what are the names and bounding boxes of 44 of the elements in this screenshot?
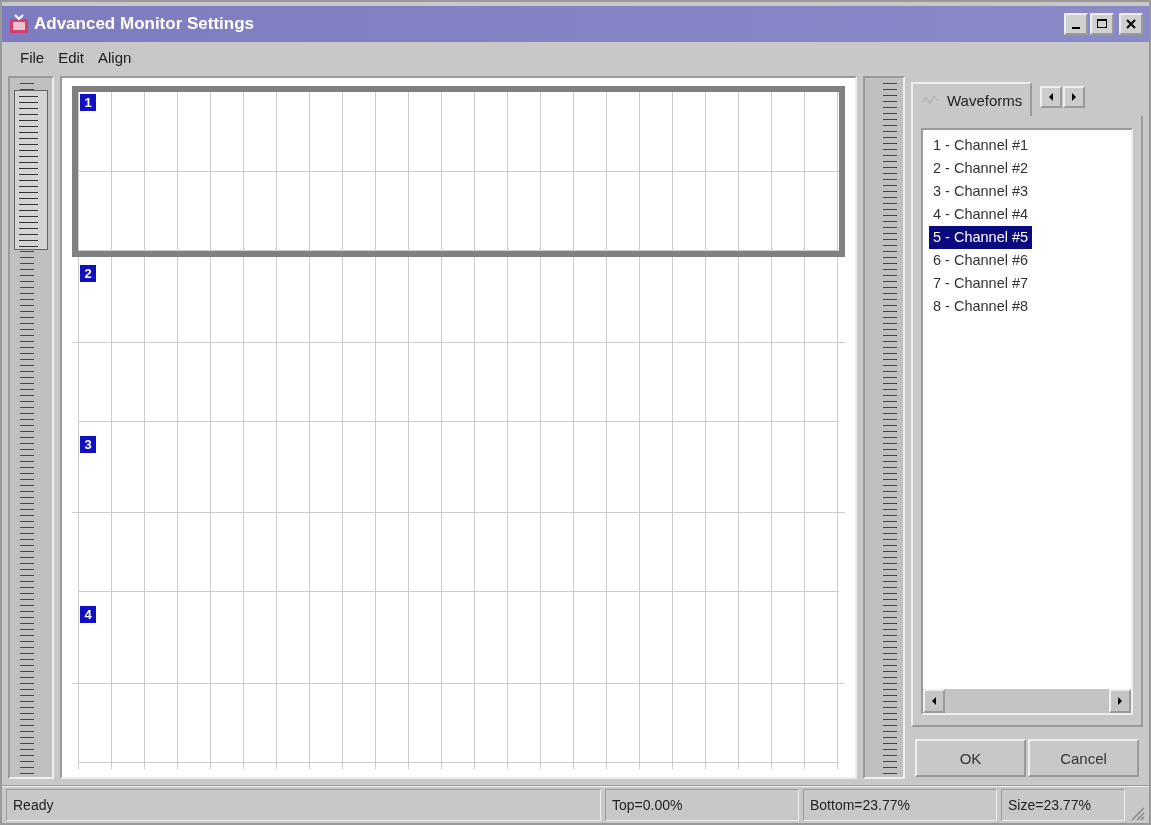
status-top: Top=0.00% (605, 789, 799, 821)
scroll-right-icon (1116, 696, 1124, 706)
right-arrow-icon (1070, 92, 1079, 102)
panel-number: 2 (80, 264, 96, 282)
channel-item[interactable]: 5 - Channel #5 (929, 226, 1033, 249)
panel-number: 3 (80, 435, 96, 453)
maximize-button[interactable] (1090, 13, 1114, 35)
channel-item[interactable]: 3 - Channel #3 (929, 180, 1033, 203)
menu-item[interactable]: Edit (58, 48, 85, 66)
waveform-icon (921, 93, 939, 107)
dialog-button[interactable]: Cancel (1028, 739, 1139, 777)
channel-item[interactable]: 8 - Channel #8 (929, 295, 1033, 318)
window-title: Advanced Monitor Settings (34, 14, 256, 34)
waveform-panel[interactable]: 3 (72, 427, 845, 599)
panel-number: 4 (80, 606, 96, 624)
maximize-icon (1096, 18, 1108, 30)
app-icon (8, 13, 30, 35)
scroll-right-button[interactable] (1063, 86, 1086, 108)
left-arrow-icon (1047, 92, 1056, 102)
panel-number: 1 (80, 94, 96, 111)
status-bottom: Bottom=23.77% (803, 789, 997, 821)
menu-item[interactable]: File (20, 48, 45, 66)
status-size: Size=23.77% (1001, 789, 1125, 821)
channel-item[interactable]: 6 - Channel #6 (929, 249, 1033, 272)
channel-item[interactable]: 4 - Channel #4 (929, 203, 1033, 226)
scroll-left-button[interactable] (1040, 86, 1063, 108)
resize-grip-icon (1129, 805, 1145, 821)
channel-item[interactable]: 7 - Channel #7 (929, 272, 1033, 295)
horizontal-scrollbar[interactable] (923, 689, 1131, 713)
waveform-panel[interactable]: 1 (72, 86, 845, 257)
minimize-icon (1072, 27, 1080, 29)
status-message: Ready (6, 789, 601, 821)
waveform-panel[interactable]: 2 (72, 256, 845, 428)
tab[interactable]: Waveforms (911, 82, 1033, 116)
ruler-thumb[interactable] (14, 90, 48, 250)
channel-item[interactable]: 2 - Channel #2 (929, 157, 1033, 180)
minimize-button[interactable] (1064, 13, 1088, 35)
menu-item[interactable]: Align (98, 48, 132, 66)
waveform-panel[interactable]: 4 (72, 598, 845, 769)
channel-item[interactable]: 1 - Channel #1 (929, 134, 1033, 157)
close-button[interactable] (1119, 13, 1143, 35)
close-icon (1125, 18, 1137, 30)
dialog-button[interactable]: OK (915, 739, 1026, 777)
scroll-left-icon (930, 696, 938, 706)
